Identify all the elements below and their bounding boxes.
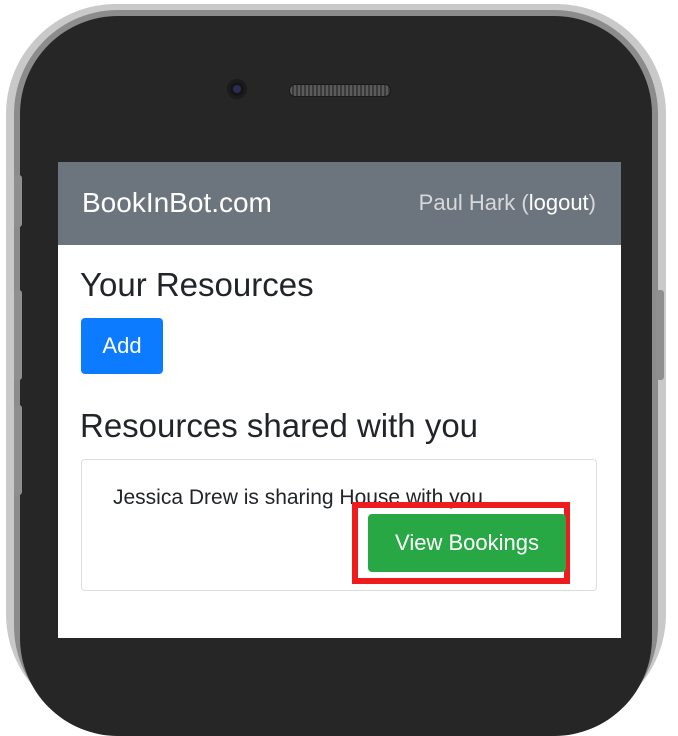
mute-switch (14, 175, 22, 227)
add-resource-button[interactable]: Add (81, 318, 163, 374)
brand-link[interactable]: BookInBot.com (82, 187, 272, 219)
navbar: BookInBot.com Paul Hark (logout) (58, 162, 621, 245)
user-info: Paul Hark (logout) (419, 190, 596, 216)
logout-link[interactable]: logout (529, 190, 589, 215)
phone-screen: BookInBot.com Paul Hark (logout) Your Re… (58, 162, 621, 638)
earpiece-speaker (289, 84, 391, 97)
power-button (656, 290, 664, 380)
view-bookings-button[interactable]: View Bookings (368, 514, 566, 572)
volume-down-button (14, 405, 22, 495)
front-camera (227, 79, 247, 99)
volume-up-button (14, 290, 22, 380)
user-name: Paul Hark ( (418, 190, 529, 215)
your-resources-heading: Your Resources (80, 266, 314, 303)
user-suffix: ) (588, 190, 596, 215)
shared-resources-heading: Resources shared with you (80, 407, 479, 444)
